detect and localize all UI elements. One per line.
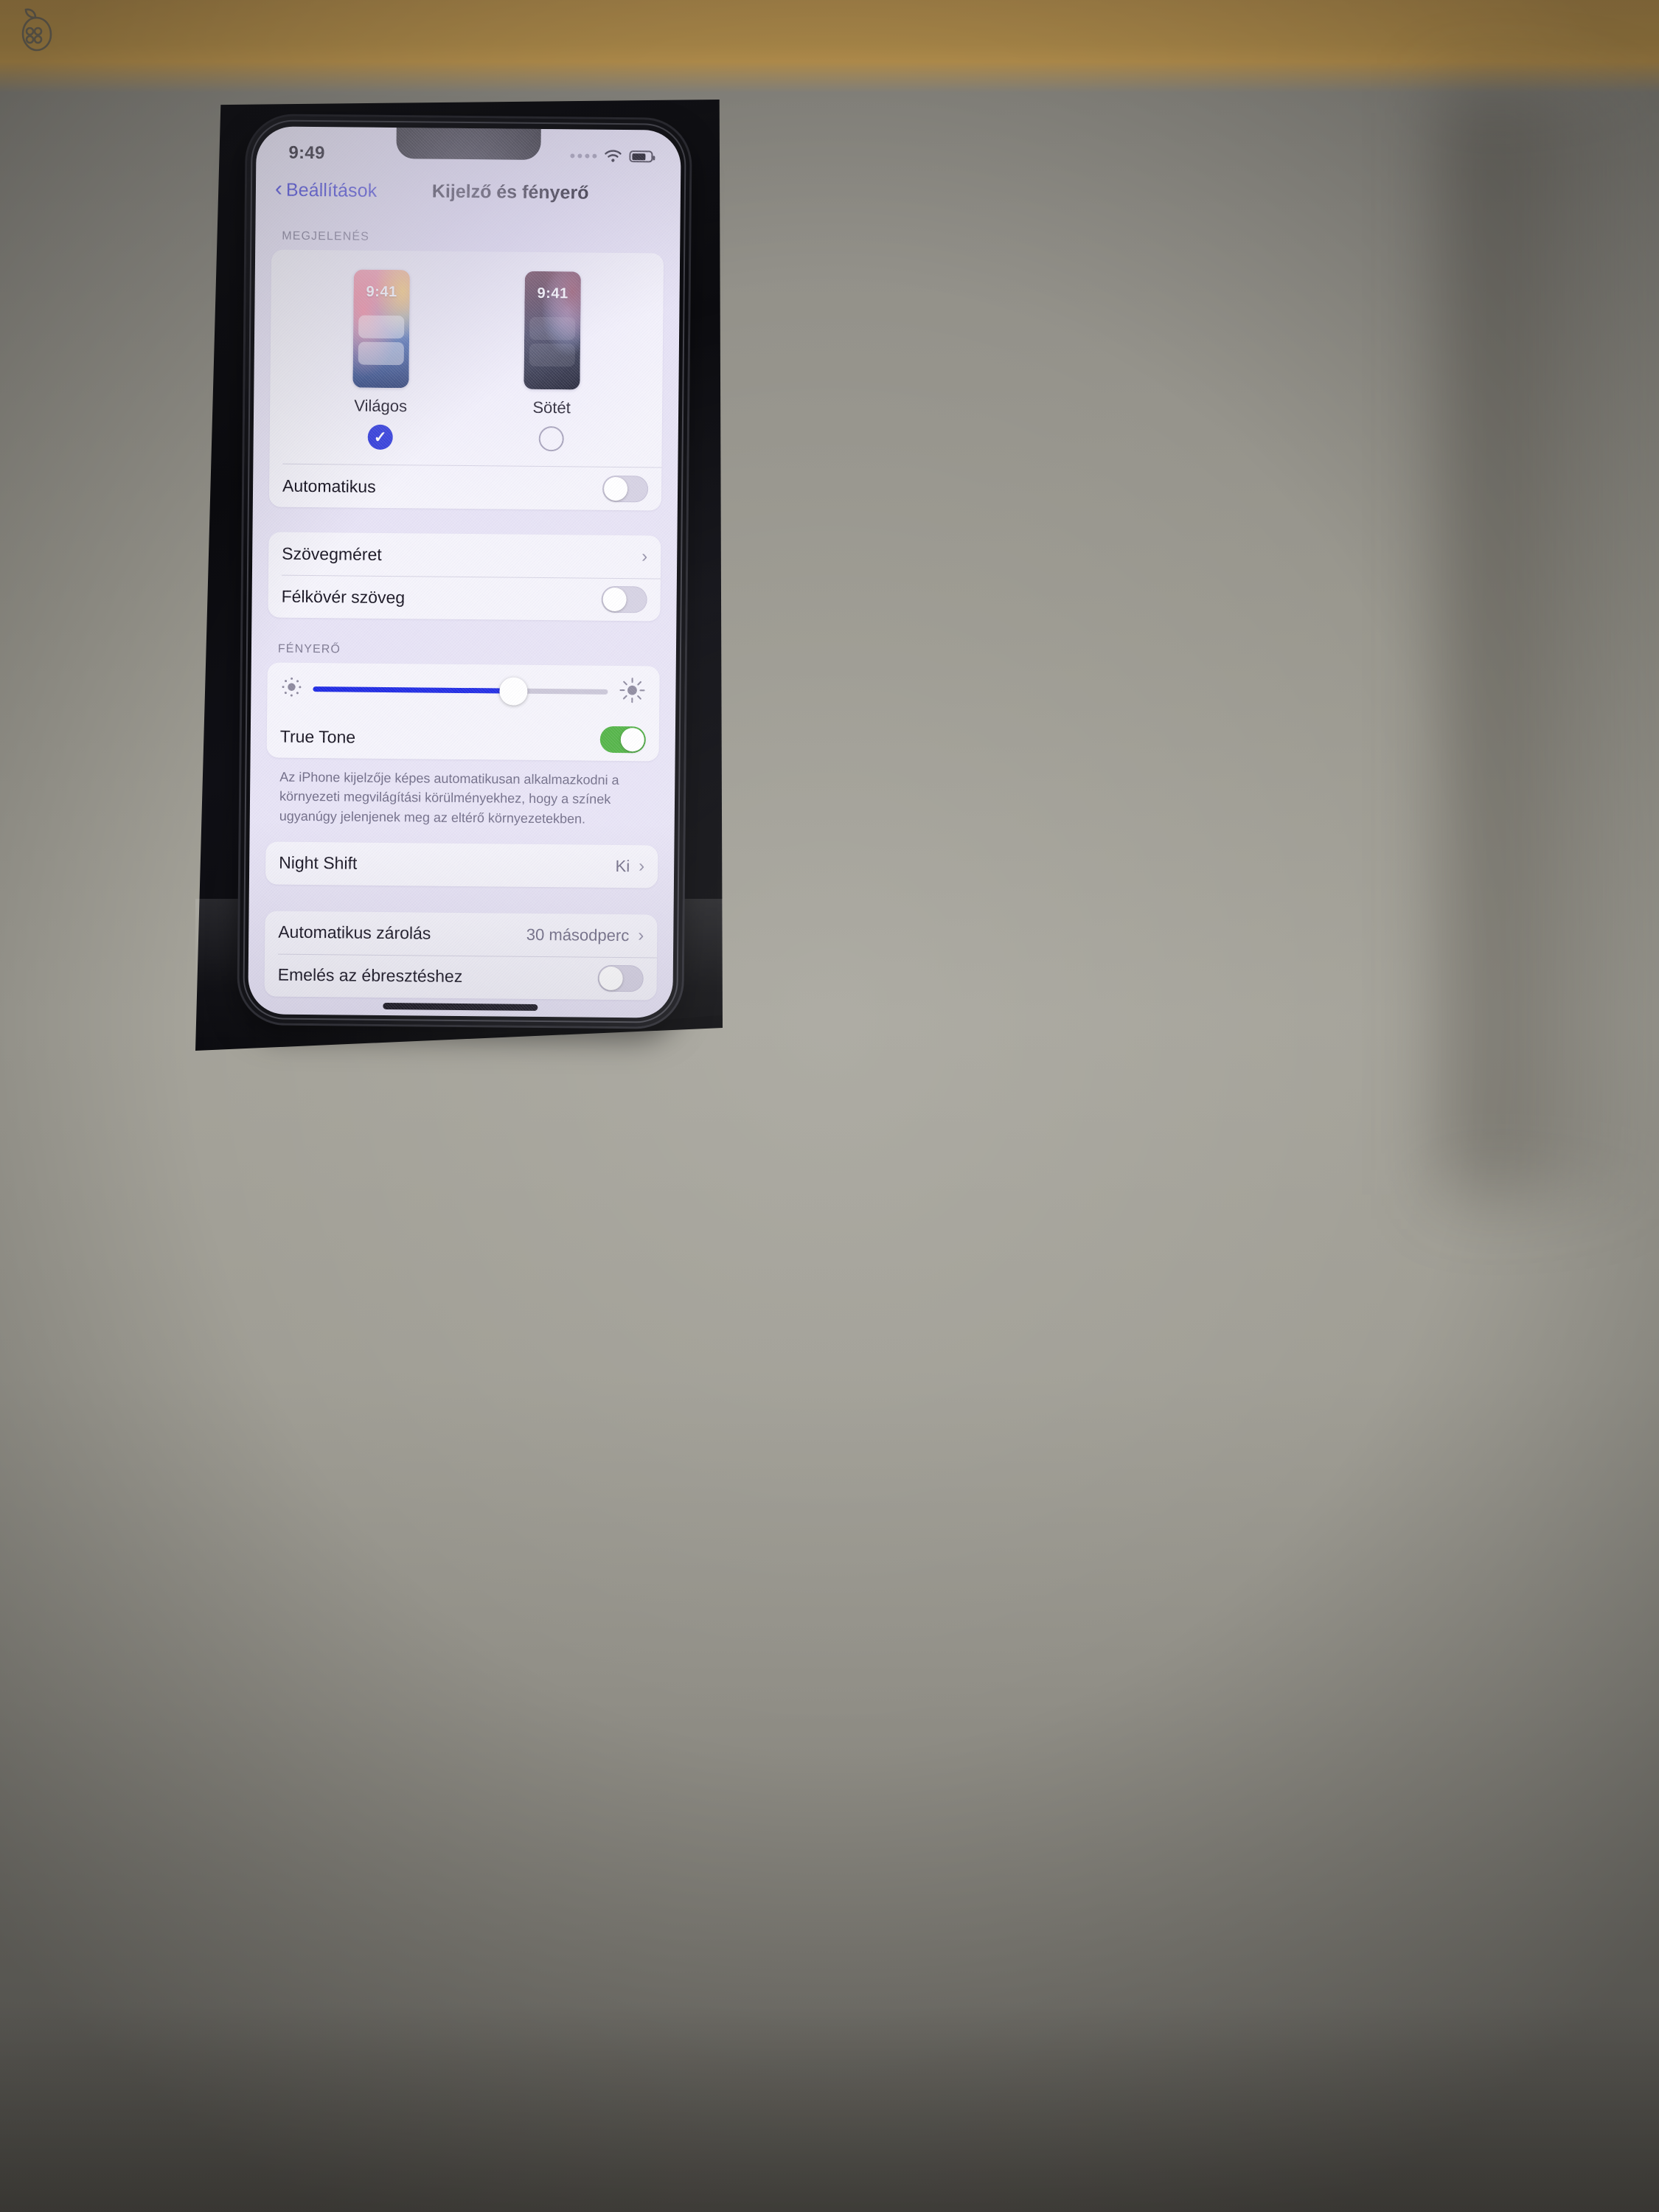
light-mode-label: Világos	[354, 396, 408, 416]
battery-fill	[631, 153, 646, 160]
chevron-right-icon: ›	[639, 856, 645, 877]
sun-large-icon	[618, 676, 646, 708]
true-tone-label: True Tone	[279, 726, 356, 747]
light-mode-preview-thumbnail: 9:41	[352, 269, 410, 389]
status-bar-icons	[570, 149, 653, 163]
raise-to-wake-toggle[interactable]	[597, 964, 644, 992]
settings-content[interactable]: MEGJELENÉS 9:41 Világos ✓ 9:41 Sötét Aut…	[248, 210, 680, 1018]
dark-mode-preview-thumbnail: 9:41	[524, 271, 581, 390]
true-tone-row[interactable]: True Tone	[267, 714, 660, 761]
toggle-knob	[620, 728, 644, 752]
battery-icon	[629, 150, 653, 163]
brightness-slider-track[interactable]	[313, 676, 608, 706]
sun-small-icon	[280, 676, 302, 702]
night-shift-label: Night Shift	[279, 852, 358, 873]
raise-to-wake-row[interactable]: Emelés az ébresztéshez	[264, 953, 657, 1000]
signal-dots-icon	[570, 153, 597, 159]
night-shift-row[interactable]: Night Shift Ki ›	[265, 841, 658, 888]
bold-text-label: Félkövér szöveg	[281, 586, 406, 607]
iphone-device: 9:49 ‹ Beállítások Kijelző és fényerő ME…	[239, 116, 690, 1027]
text-size-right: ›	[641, 546, 648, 567]
text-size-label: Szövegméret	[282, 543, 382, 564]
chevron-left-icon: ‹	[274, 176, 283, 201]
automatic-appearance-toggle[interactable]	[602, 475, 649, 503]
appearance-card: 9:41 Világos ✓ 9:41 Sötét Automatikus	[268, 249, 664, 511]
automatic-appearance-row[interactable]: Automatikus	[269, 464, 662, 510]
brightness-slider-fill	[313, 686, 514, 694]
night-shift-right: Ki ›	[615, 856, 645, 877]
apple-command-logo-watermark-icon	[15, 6, 60, 56]
bold-text-row[interactable]: Félkövér szöveg	[268, 574, 661, 621]
night-shift-card: Night Shift Ki ›	[265, 841, 658, 888]
toggle-knob	[602, 587, 627, 612]
navigation-bar: ‹ Beállítások Kijelző és fényerő	[256, 169, 681, 215]
text-settings-card: Szövegméret › Félkövér szöveg	[268, 532, 661, 622]
bold-text-toggle[interactable]	[601, 585, 647, 613]
auto-lock-value: 30 másodperc	[526, 925, 630, 945]
auto-lock-right: 30 másodperc ›	[526, 925, 644, 946]
preview-clock-dark: 9:41	[537, 285, 568, 302]
preview-widget	[529, 316, 576, 341]
appearance-options: 9:41 Világos ✓ 9:41 Sötét	[270, 257, 664, 456]
true-tone-toggle[interactable]	[599, 726, 646, 754]
chevron-right-icon: ›	[638, 925, 644, 946]
brightness-slider-knob[interactable]	[499, 676, 528, 706]
desk-shadow-right	[1445, 88, 1659, 1194]
display-notch	[396, 126, 541, 160]
status-time: 9:49	[288, 142, 325, 164]
light-mode-radio-check-circle-icon[interactable]: ✓	[367, 424, 393, 451]
appearance-option-light[interactable]: 9:41 Világos ✓	[352, 269, 410, 451]
raise-to-wake-label: Emelés az ébresztéshez	[277, 964, 463, 987]
brightness-slider-row[interactable]	[267, 662, 660, 718]
dark-mode-radio-circle-icon[interactable]	[538, 425, 564, 452]
dark-mode-label: Sötét	[532, 397, 571, 417]
auto-lock-row[interactable]: Automatikus zárolás 30 másodperc ›	[265, 911, 658, 957]
brightness-card: True Tone	[266, 662, 660, 762]
auto-lock-label: Automatikus zárolás	[278, 922, 431, 943]
brightness-section-header: FÉNYERŐ	[277, 642, 341, 656]
automatic-appearance-label: Automatikus	[282, 476, 376, 496]
preview-widget	[529, 343, 575, 367]
toggle-knob	[603, 476, 628, 501]
appearance-option-dark[interactable]: 9:41 Sötét	[524, 271, 581, 452]
toggle-knob	[599, 966, 623, 990]
night-shift-value: Ki	[615, 856, 630, 875]
text-size-row[interactable]: Szövegméret ›	[268, 532, 661, 578]
preview-clock-light: 9:41	[366, 283, 397, 301]
phone-screen: 9:49 ‹ Beállítások Kijelző és fényerő ME…	[248, 126, 681, 1018]
wifi-icon	[604, 150, 622, 163]
true-tone-footnote: Az iPhone kijelzője képes automatikusan …	[279, 769, 619, 827]
lock-settings-card: Automatikus zárolás 30 másodperc › Emelé…	[264, 911, 658, 1001]
appearance-section-header: MEGJELENÉS	[282, 229, 370, 243]
preview-widget	[358, 315, 405, 339]
preview-widget	[358, 341, 404, 366]
desk-shadow-bottom	[0, 2006, 1659, 2212]
chevron-right-icon: ›	[641, 546, 648, 567]
page-title: Kijelző és fényerő	[431, 181, 589, 204]
